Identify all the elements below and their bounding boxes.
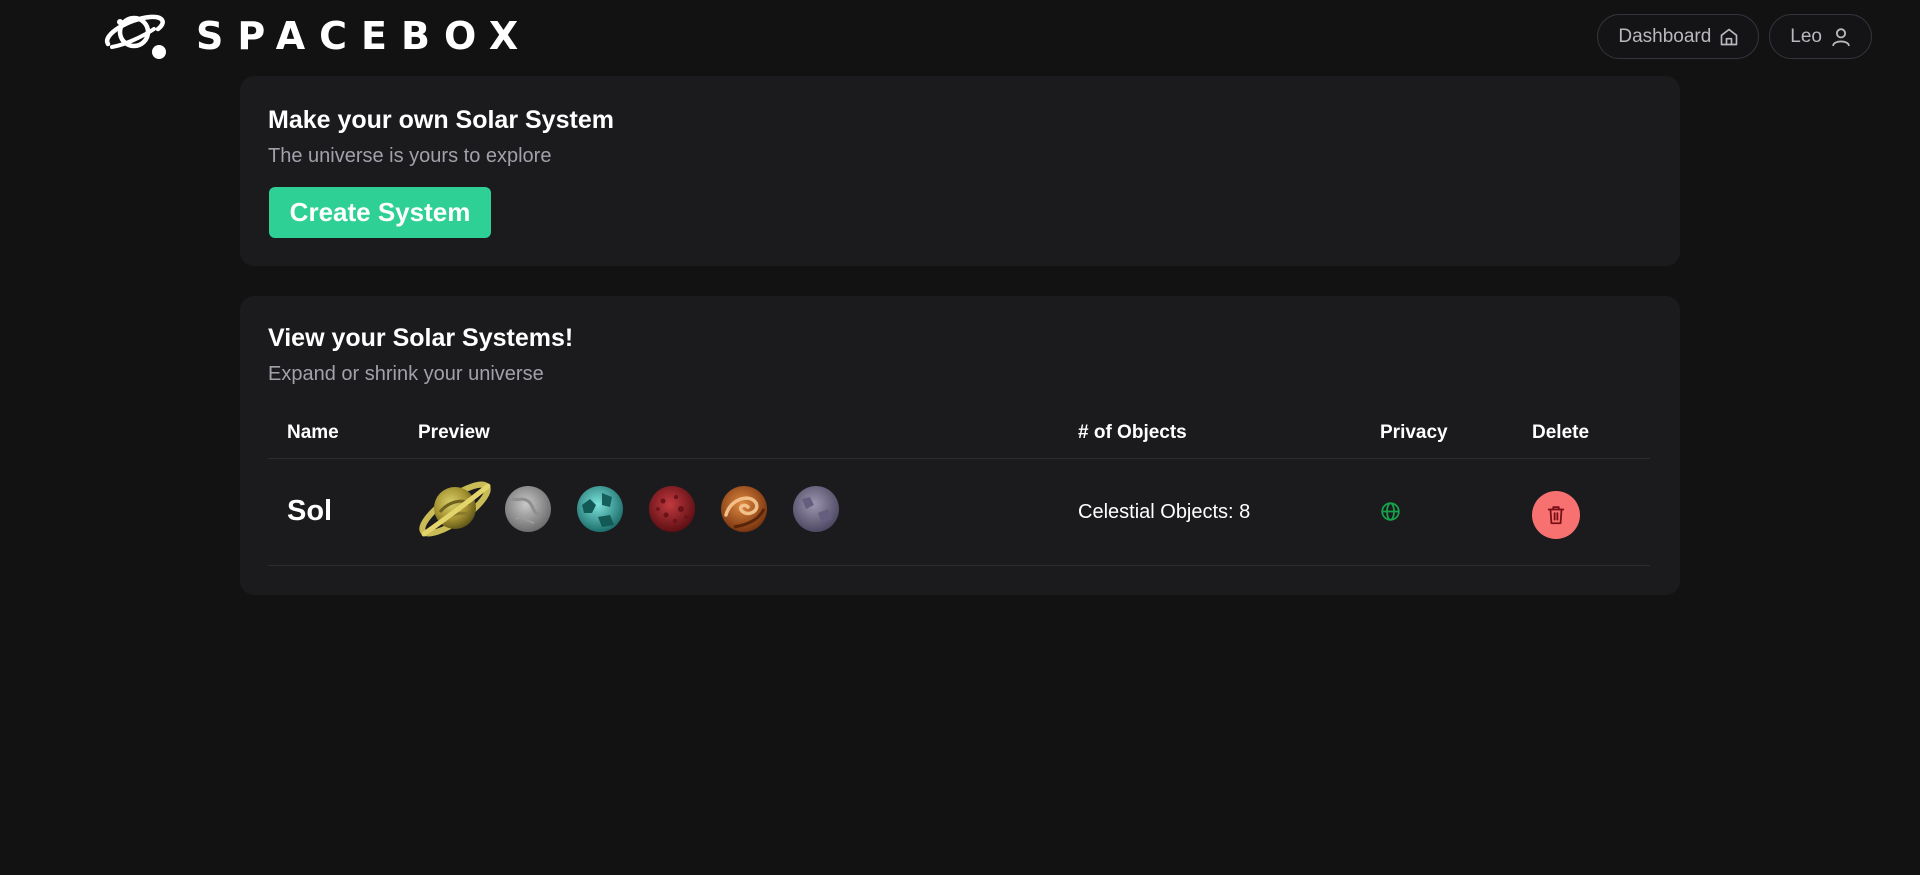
column-header-preview: Preview: [418, 422, 490, 443]
delete-system-button[interactable]: [1532, 491, 1580, 539]
saturn-planet-icon: [419, 481, 491, 537]
system-preview: [418, 474, 864, 544]
teal-planet-icon: [577, 486, 623, 532]
table-header: Name Preview # of Objects Privacy Delete: [268, 408, 1650, 459]
username-label: Leo: [1790, 25, 1822, 47]
column-header-objects: # of Objects: [1078, 422, 1187, 443]
trash-icon: [1547, 506, 1565, 525]
table-row[interactable]: Sol Celestial Objects: 8: [268, 459, 1650, 566]
create-card-title: Make your own Solar System: [268, 106, 614, 134]
dashboard-label: Dashboard: [1618, 25, 1712, 47]
lavender-planet-icon: [793, 486, 839, 532]
swirl-planet-icon: [721, 486, 767, 532]
solar-systems-card: View your Solar Systems! Expand or shrin…: [240, 296, 1680, 595]
user-icon: [1832, 27, 1850, 46]
grey-planet-icon: [505, 486, 551, 532]
planet-logo-icon: [104, 14, 166, 59]
column-header-privacy: Privacy: [1380, 422, 1448, 443]
privacy-status[interactable]: [1380, 501, 1401, 527]
red-planet-icon: [649, 486, 695, 532]
column-header-name: Name: [287, 422, 339, 443]
user-menu-button[interactable]: Leo: [1769, 14, 1872, 59]
dashboard-button[interactable]: Dashboard: [1597, 14, 1760, 59]
brand-name: SPACEBOX: [196, 14, 533, 58]
spacebox-logo[interactable]: SPACEBOX: [104, 12, 532, 60]
systems-table: Name Preview # of Objects Privacy Delete…: [268, 408, 1650, 566]
globe-icon: [1381, 502, 1400, 521]
create-card-subtitle: The universe is yours to explore: [268, 145, 552, 167]
create-system-button[interactable]: Create System: [269, 187, 491, 238]
system-name[interactable]: Sol: [287, 495, 332, 528]
list-card-subtitle: Expand or shrink your universe: [268, 363, 544, 385]
column-header-delete: Delete: [1532, 422, 1590, 443]
home-icon: [1720, 28, 1738, 45]
create-system-card: Make your own Solar System The universe …: [240, 76, 1680, 266]
object-count: Celestial Objects: 8: [1078, 501, 1251, 523]
list-card-title: View your Solar Systems!: [268, 324, 574, 352]
top-nav: Dashboard Leo: [1597, 14, 1872, 59]
